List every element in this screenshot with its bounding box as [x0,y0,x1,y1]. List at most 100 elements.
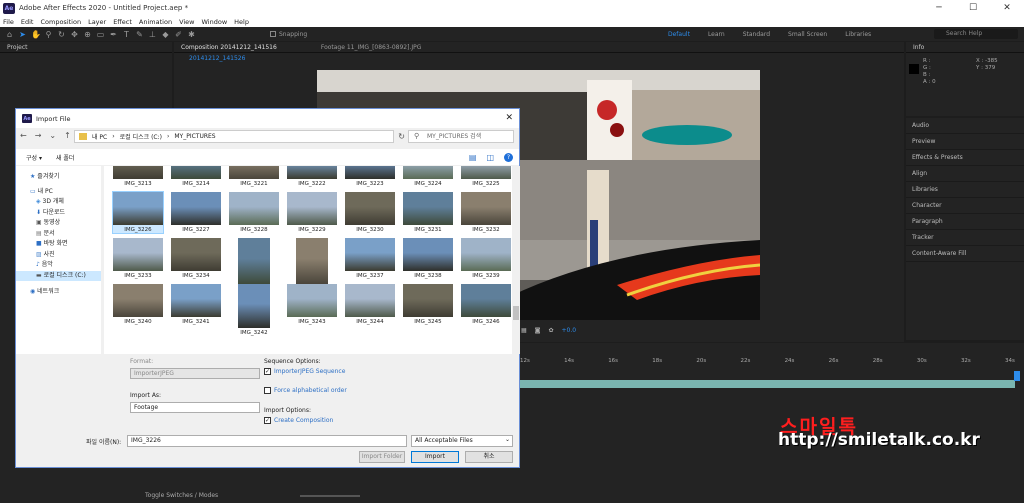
nav-item-3d-objects[interactable]: ◈ 3D 개체 [16,197,101,208]
menu-animation[interactable]: Animation [139,18,172,26]
preview-pane-icon[interactable]: ◫ [486,153,494,162]
file-thumbnail[interactable]: IMG_3229 [287,192,337,233]
filetype-select[interactable]: All Acceptable Files [411,435,513,447]
file-grid-scrollbar[interactable] [512,166,520,354]
nav-item-music[interactable]: ♪ 음악 [16,260,101,271]
close-icon[interactable]: ✕ [990,0,1024,16]
workspace-small-screen[interactable]: Small Screen [788,31,827,38]
file-thumbnail[interactable]: IMG_3233 [113,238,163,279]
import-as-select[interactable]: Footage [130,402,260,413]
forward-icon[interactable]: → [35,131,42,140]
file-thumbnail[interactable]: IMG_3245 [403,284,453,325]
brush-tool-icon[interactable]: ✎ [135,30,144,39]
panel-content-aware-fill[interactable]: Content-Aware Fill [906,246,1024,262]
playhead-icon[interactable] [1014,371,1020,381]
file-thumbnail[interactable]: IMG_3239 [461,238,511,279]
file-thumbnail[interactable]: IMG_3214 [171,166,221,187]
breadcrumb-pc[interactable]: 내 PC [92,132,107,141]
file-thumbnail[interactable]: IMG_3228 [229,192,279,233]
nav-item-this-pc[interactable]: ▭ 내 PC [16,187,101,198]
panel-libraries[interactable]: Libraries [906,182,1024,198]
panel-paragraph[interactable]: Paragraph [906,214,1024,230]
tab-footage[interactable]: Footage 11_IMG_[0863-0892].JPG [321,42,422,52]
hand-tool-icon[interactable]: ✋ [31,30,41,39]
selection-tool-icon[interactable]: ➤ [18,30,27,39]
panel-audio[interactable]: Audio [906,118,1024,134]
file-thumbnail[interactable]: IMG_3243 [287,284,337,325]
home-icon[interactable]: ⌂ [5,30,14,39]
help-icon[interactable]: ? [504,152,513,162]
rotate-tool-icon[interactable]: ↻ [57,30,66,39]
file-thumbnail[interactable]: IMG_3222 [287,166,337,187]
nav-item-favorites[interactable]: ★ 즐겨찾기 [16,172,101,183]
composition-breadcrumb[interactable]: 20141212_141526 [174,53,904,64]
menu-effect[interactable]: Effect [113,18,132,26]
file-thumbnail[interactable]: IMG_3244 [345,284,395,325]
timeline-ruler[interactable]: 12s 14s 16s 18s 20s 22s 24s 26s 28s 30s … [520,358,1015,370]
pen-tool-icon[interactable]: ✒ [109,30,118,39]
file-thumbnail[interactable]: IMG_3242 [229,284,279,336]
chevron-down-icon[interactable]: ⌄ [49,131,56,140]
create-composition-label[interactable]: Create Composition [274,417,333,424]
grid-icon[interactable]: ▦ [521,327,527,334]
pan-behind-tool-icon[interactable]: ⊕ [83,30,92,39]
nav-item-downloads[interactable]: ⬇ 다운로드 [16,208,101,219]
file-thumbnail[interactable]: IMG_3221 [229,166,279,187]
file-thumbnail[interactable]: IMG_3237 [345,238,395,279]
file-thumbnail[interactable]: IMG_3226 [112,191,164,234]
nav-item-desktop[interactable]: ■ 바탕 화면 [16,239,101,250]
puppet-tool-icon[interactable]: ✱ [187,30,196,39]
menu-edit[interactable]: Edit [21,18,34,26]
force-alphabetical-checkbox[interactable] [264,387,271,394]
menu-view[interactable]: View [179,18,194,26]
search-help-input[interactable]: Search Help [934,29,1018,39]
file-thumbnail[interactable]: IMG_3238 [403,238,453,279]
panel-align[interactable]: Align [906,166,1024,182]
nav-item-local-disk[interactable]: ▬ 로컬 디스크 (C:) [16,270,101,281]
import-button[interactable]: Import [411,451,459,463]
breadcrumb-disk[interactable]: 로컬 디스크 (C:) [120,132,162,141]
breadcrumb-folder[interactable]: MY_PICTURES [174,133,215,140]
menu-help[interactable]: Help [234,18,249,26]
organize-button[interactable]: 구성 ▾ [26,153,42,162]
create-composition-checkbox[interactable]: ✓ [264,417,271,424]
sequence-checkbox[interactable]: ✓ [264,368,271,375]
menu-composition[interactable]: Composition [40,18,81,26]
workspace-default[interactable]: Default [668,31,690,38]
snapping-toggle[interactable]: Snapping [270,31,307,38]
rectangle-tool-icon[interactable]: ▭ [96,30,105,39]
color-icon[interactable]: ✿ [549,327,554,334]
workspace-libraries[interactable]: Libraries [845,31,871,38]
file-thumbnail[interactable]: IMG_3232 [461,192,511,233]
view-options-icon[interactable]: ▤ [469,153,477,162]
nav-item-pictures[interactable]: ▨ 사진 [16,250,101,261]
panel-preview[interactable]: Preview [906,134,1024,150]
menu-window[interactable]: Window [202,18,228,26]
type-tool-icon[interactable]: T [122,30,131,39]
tab-composition[interactable]: Composition 20141212_141516 [181,42,277,52]
menu-layer[interactable]: Layer [88,18,106,26]
file-thumbnail[interactable]: IMG_3213 [113,166,163,187]
roto-brush-tool-icon[interactable]: ✐ [174,30,183,39]
nav-item-videos[interactable]: ▣ 동영상 [16,218,101,229]
folder-search-input[interactable]: MY_PICTURES 검색 ⚲ [408,130,514,143]
panel-tracker[interactable]: Tracker [906,230,1024,246]
workspace-learn[interactable]: Learn [708,31,725,38]
zoom-tool-icon[interactable]: ⚲ [44,30,53,39]
file-thumbnail[interactable]: IMG_3234 [171,238,221,279]
address-bar[interactable]: 내 PC › 로컬 디스크 (C:) › MY_PICTURES ↻ [74,130,405,143]
file-thumbnail[interactable]: IMG_3227 [171,192,221,233]
file-thumbnail[interactable]: IMG_3246 [461,284,511,325]
back-icon[interactable]: ← [20,131,27,140]
clone-stamp-tool-icon[interactable]: ⊥ [148,30,157,39]
panel-character[interactable]: Character [906,198,1024,214]
camera-tool-icon[interactable]: ✥ [70,30,79,39]
import-folder-button[interactable]: Import Folder [359,451,405,463]
file-thumbnail[interactable]: IMG_3240 [113,284,163,325]
filename-input[interactable]: IMG_3226 [127,435,407,447]
maximize-icon[interactable]: ☐ [956,0,990,16]
nav-item-network[interactable]: ◉ 네트워크 [16,287,101,298]
workspace-standard[interactable]: Standard [743,31,770,38]
layer-bar[interactable] [520,380,1015,388]
panel-effects-presets[interactable]: Effects & Presets [906,150,1024,166]
